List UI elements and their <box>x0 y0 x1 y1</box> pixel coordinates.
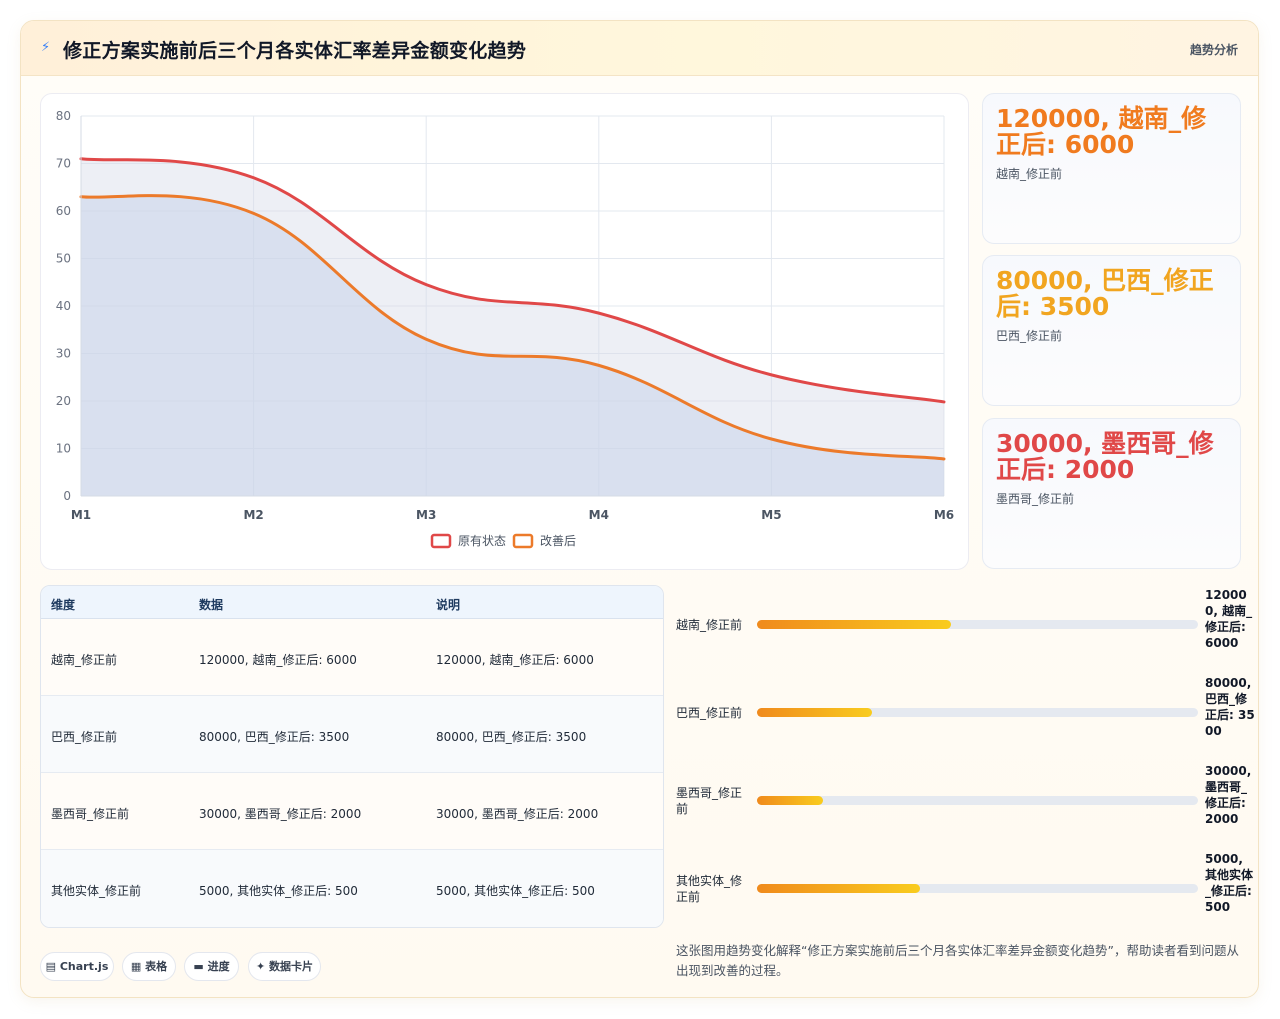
progress-value: 80000, 巴西_修正后: 3500 <box>1205 676 1255 738</box>
progress-fill <box>757 708 872 717</box>
progress-track <box>757 884 1198 893</box>
chart-icon: ▤ <box>45 960 57 973</box>
column-header-dimension: 维度 <box>51 598 76 612</box>
table-cell: 30000, 墨西哥_修正后: 2000 <box>199 807 362 821</box>
table-header: 维度 数据 说明 <box>41 586 663 619</box>
x-tick-label: M6 <box>934 508 954 522</box>
kpi-label: 越南_修正前 <box>996 167 1063 181</box>
y-tick-label: 80 <box>56 109 71 123</box>
y-tick-label: 20 <box>56 394 71 408</box>
page-title: 修正方案实施前后三个月各实体汇率差异金额变化趋势 <box>63 40 527 62</box>
progress-icon: ▬ <box>193 960 204 973</box>
chip-label: Chart.js <box>59 960 109 973</box>
progress-label: 其他实体_修正前 <box>676 874 743 904</box>
kpi-label: 巴西_修正前 <box>996 329 1063 343</box>
kpi-card-brazil: 80000, 巴西_修正后: 3500 巴西_修正前 <box>982 255 1241 406</box>
progress-track <box>757 796 1198 805</box>
chip-progress[interactable]: ▬ 进度 <box>184 952 239 981</box>
dashboard-card: ⚡ 修正方案实施前后三个月各实体汇率差异金额变化趋势 趋势分析 0 10 20 30 4… <box>20 20 1259 998</box>
y-tick-label: 60 <box>56 204 71 218</box>
table-cell: 30000, 墨西哥_修正后: 2000 <box>436 807 599 821</box>
table-cell: 其他实体_修正前 <box>51 884 142 898</box>
chip-table[interactable]: ▦ 表格 <box>122 952 176 981</box>
table-row: 巴西_修正前 80000, 巴西_修正后: 3500 80000, 巴西_修正后… <box>41 696 663 773</box>
x-tick-label: M4 <box>589 508 609 522</box>
chart-description: 这张图用趋势变化解释“修正方案实施前后三个月各实体汇率差异金额变化趋势”，帮助读… <box>676 943 1239 978</box>
table-row: 越南_修正前 120000, 越南_修正后: 6000 120000, 越南_修… <box>41 619 663 696</box>
table-cell: 墨西哥_修正前 <box>51 807 130 821</box>
legend-label: 改善后 <box>540 533 576 548</box>
legend-label: 原有状态 <box>458 534 506 548</box>
progress-label: 巴西_修正前 <box>676 706 743 720</box>
chip-label: 数据卡片 <box>269 960 314 973</box>
card-header: ⚡ 修正方案实施前后三个月各实体汇率差异金额变化趋势 趋势分析 <box>21 21 1258 76</box>
chip-data-card[interactable]: ✦ 数据卡片 <box>248 952 321 981</box>
category-tag: 趋势分析 <box>1189 43 1238 57</box>
progress-track <box>757 620 1198 629</box>
table-cell: 越南_修正前 <box>51 653 118 667</box>
table-cell: 120000, 越南_修正后: 6000 <box>199 653 357 667</box>
table-icon: ▦ <box>130 960 142 973</box>
y-tick-label: 50 <box>56 252 71 266</box>
kpi-label: 墨西哥_修正前 <box>996 492 1075 506</box>
x-tick-label: M5 <box>761 508 781 522</box>
table-cell: 巴西_修正前 <box>51 730 118 744</box>
table-cell: 80000, 巴西_修正后: 3500 <box>436 730 587 744</box>
column-header-data: 数据 <box>199 598 224 612</box>
x-tick-label: M3 <box>416 508 436 522</box>
kpi-value: 30000, 墨西哥_修正后: 2000 <box>996 429 1214 484</box>
y-tick-label: 40 <box>56 299 71 313</box>
table-row: 其他实体_修正前 5000, 其他实体_修正后: 500 5000, 其他实体_… <box>41 850 663 927</box>
legend-swatch <box>430 533 452 549</box>
x-tick-label: M2 <box>243 508 263 522</box>
trend-chart: 0 10 20 30 40 50 60 70 80 M1 M2 M3 M4 M5 M6 原有状态 改善后 <box>56 109 954 549</box>
legend-swatch <box>512 533 534 549</box>
lightning-icon: ⚡ <box>41 40 51 55</box>
table-cell: 80000, 巴西_修正后: 3500 <box>199 730 350 744</box>
y-tick-label: 0 <box>63 489 71 503</box>
kpi-card-mexico: 30000, 墨西哥_修正后: 2000 墨西哥_修正前 <box>982 418 1241 569</box>
table-cell: 5000, 其他实体_修正后: 500 <box>436 884 595 898</box>
progress-label: 越南_修正前 <box>676 618 743 632</box>
chip-label: 进度 <box>207 960 230 973</box>
progress-value: 5000, 其他实体_修正后: 500 <box>1205 852 1254 914</box>
table-cell: 5000, 其他实体_修正后: 500 <box>199 884 358 898</box>
table-row: 墨西哥_修正前 30000, 墨西哥_修正后: 2000 30000, 墨西哥_… <box>41 773 663 850</box>
progress-track <box>757 708 1198 717</box>
kpi-value: 80000, 巴西_修正后: 3500 <box>996 266 1214 321</box>
trend-chart-panel: 0 10 20 30 40 50 60 70 80 M1 M2 M3 M4 M5 M6 原有状态 改善后 <box>40 93 969 570</box>
progress-fill <box>757 796 824 805</box>
progress-value: 120000, 越南_修正后: 6000 <box>1205 588 1253 650</box>
y-tick-label: 30 <box>56 347 71 361</box>
sparkle-icon: ✦ <box>255 960 266 973</box>
x-tick-label: M1 <box>71 508 91 522</box>
progress-fill <box>757 884 921 893</box>
chip-chartjs[interactable]: ▤ Chart.js <box>40 952 114 981</box>
kpi-value: 120000, 越南_修正后: 6000 <box>996 104 1207 159</box>
chip-label: 表格 <box>145 960 168 973</box>
data-table: 维度 数据 说明 越南_修正前 120000, 越南_修正后: 6000 120… <box>40 585 664 928</box>
column-header-description: 说明 <box>436 598 461 612</box>
progress-label: 墨西哥_修正前 <box>676 786 743 816</box>
y-tick-label: 10 <box>56 442 71 456</box>
kpi-card-vietnam: 120000, 越南_修正后: 6000 越南_修正前 <box>982 93 1241 244</box>
progress-value: 30000, 墨西哥_修正后: 2000 <box>1205 764 1252 826</box>
table-cell: 120000, 越南_修正后: 6000 <box>436 653 594 667</box>
progress-fill <box>757 620 952 629</box>
y-tick-label: 70 <box>56 157 71 171</box>
